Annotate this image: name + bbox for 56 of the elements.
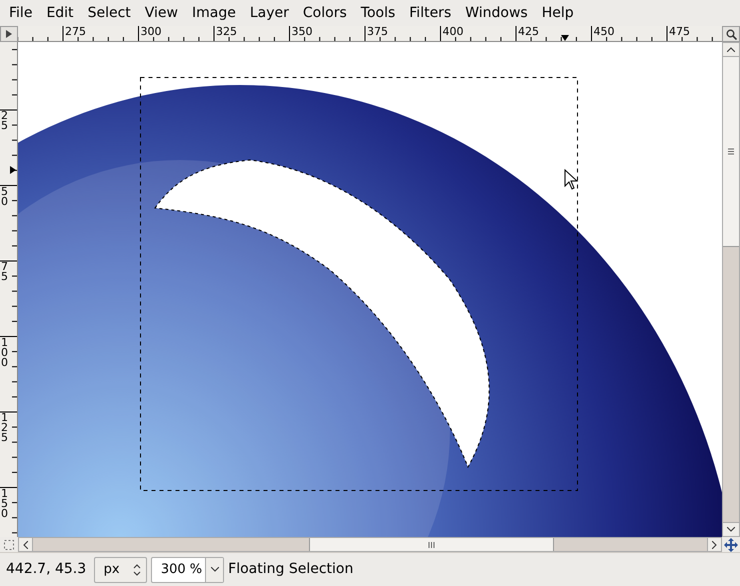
grip-icon [428,542,435,548]
ruler-label: 375 [367,26,388,38]
scroll-right-button[interactable] [707,538,721,551]
chevron-up-icon [727,47,735,52]
unit-dropdown[interactable]: px [94,556,148,582]
magnifier-icon [726,28,736,40]
ruler-label: 125 [1,413,9,443]
menu-item[interactable]: Filters [402,2,458,24]
ruler-label: 150 [1,488,9,518]
dashed-square-icon [4,540,14,550]
ruler-label: 100 [1,338,9,368]
ruler-label: 350 [292,26,312,38]
ruler-label: 425 [518,26,539,38]
ruler-label: 275 [65,26,86,38]
pointer-marker-icon [561,35,569,41]
scroll-down-button[interactable] [723,522,739,536]
chevron-down-icon [210,567,219,572]
ruler-label: 75 [1,262,9,282]
ruler-label: 25 [1,111,9,131]
up-down-arrows-icon [133,564,142,576]
menu-item[interactable]: File [2,2,40,24]
scroll-thumb[interactable] [723,57,739,247]
zoom-combo-box[interactable]: 300 % [151,556,224,582]
pointer-coordinates: 442.7, 45.3 [6,560,86,579]
status-message: Floating Selection [228,560,354,579]
menu-item[interactable]: Help [534,2,581,24]
menu-item[interactable]: Edit [39,2,81,24]
vertical-scrollbar[interactable] [722,42,740,537]
cursor-arrow-icon [564,168,578,190]
ruler-label: 325 [216,26,237,38]
ruler-label: 300 [140,26,162,38]
move-arrows-icon [724,538,738,552]
navigate-button[interactable] [722,537,740,552]
chevron-right-icon [712,540,717,548]
triangle-icon [6,30,12,38]
horizontal-scrollbar[interactable] [18,537,722,552]
chevron-left-icon [23,540,28,548]
menu-item[interactable]: View [138,2,185,24]
scroll-thumb[interactable] [309,538,554,551]
scroll-up-button[interactable] [723,43,739,57]
menu-item[interactable]: Select [80,2,138,24]
ruler-label: 400 [442,26,464,38]
scroll-left-button[interactable] [19,538,33,551]
menu-item[interactable]: Colors [296,2,354,24]
menu-arrow-button[interactable] [0,26,18,42]
pointer-marker-icon [10,166,16,174]
zoom-button[interactable] [722,26,740,42]
chevron-down-icon [727,527,735,532]
menu-item[interactable]: Layer [242,2,296,24]
menu-item[interactable]: Image [185,2,243,24]
ruler-label: 450 [594,26,614,38]
menu-item[interactable]: Windows [458,2,535,24]
ruler-label: 475 [669,26,690,38]
menu-item[interactable]: Tools [354,2,402,24]
ruler-label: 50 [1,186,9,206]
grip-icon [728,148,734,155]
